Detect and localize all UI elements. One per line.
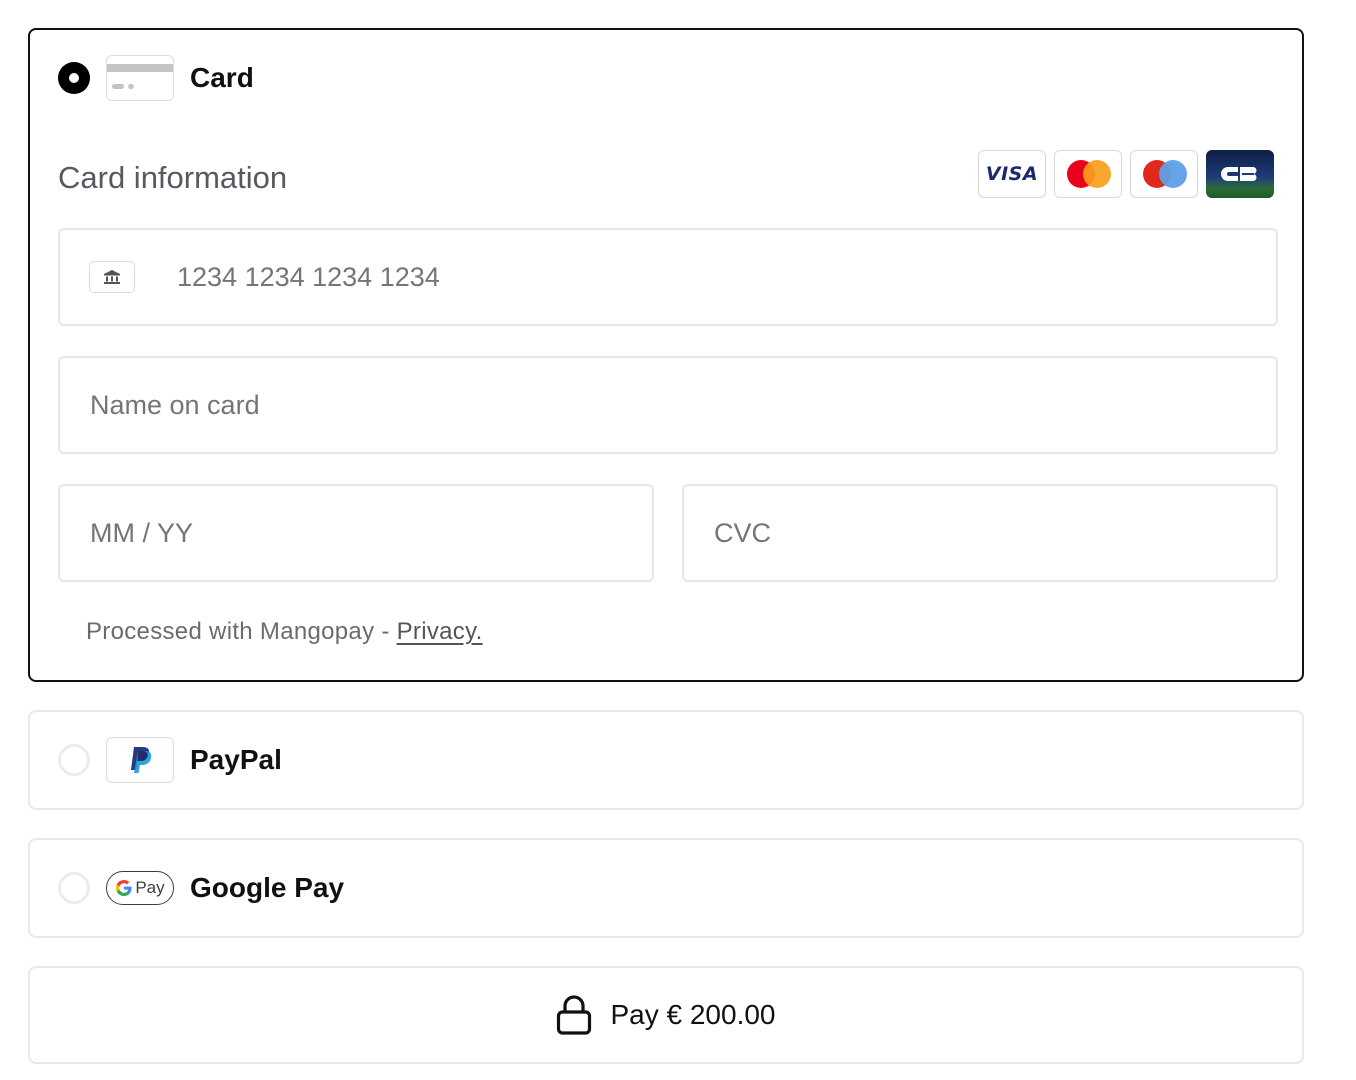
cb-icon <box>1206 150 1274 198</box>
card-method-label: Card <box>190 62 254 93</box>
pay-button-label: Pay € 200.00 <box>610 999 776 1030</box>
mastercard-icon <box>1054 150 1122 198</box>
googlepay-method-header[interactable]: Pay Google Pay <box>30 840 1302 936</box>
payment-form: Card Card information VISA 1234 1234 123… <box>0 0 1356 1080</box>
card-brand-list: VISA <box>978 150 1274 198</box>
paypal-method-header[interactable]: PayPal <box>30 712 1302 808</box>
cvc-placeholder: CVC <box>714 517 772 548</box>
paypal-icon <box>106 737 174 783</box>
google-g-icon <box>116 880 132 896</box>
paypal-radio[interactable] <box>58 744 90 776</box>
payment-method-paypal[interactable]: PayPal <box>28 710 1304 810</box>
google-pay-pill-text: Pay <box>135 878 165 897</box>
visa-logo-text: VISA <box>985 163 1039 185</box>
google-pay-icon: Pay <box>106 871 174 905</box>
processed-text: Processed with Mangopay - <box>86 618 397 645</box>
cvc-field[interactable]: CVC <box>682 484 1278 582</box>
name-on-card-placeholder: Name on card <box>90 389 260 420</box>
card-number-field[interactable]: 1234 1234 1234 1234 <box>58 228 1278 326</box>
expiry-field[interactable]: MM / YY <box>58 484 654 582</box>
processed-notice: Processed with Mangopay - Privacy. <box>86 618 483 646</box>
privacy-link[interactable]: Privacy. <box>397 618 483 645</box>
bank-icon <box>89 261 135 293</box>
lock-icon <box>557 995 592 1035</box>
payment-method-card[interactable]: Card Card information VISA 1234 1234 123… <box>28 28 1304 682</box>
googlepay-method-label: Google Pay <box>190 872 345 903</box>
paypal-method-label: PayPal <box>190 744 282 775</box>
payment-method-googlepay[interactable]: Pay Google Pay <box>28 838 1304 938</box>
pay-button[interactable]: Pay € 200.00 <box>28 966 1304 1064</box>
maestro-icon <box>1130 150 1198 198</box>
card-method-header[interactable]: Card <box>30 30 1302 126</box>
visa-icon: VISA <box>978 150 1046 198</box>
credit-card-icon <box>106 55 174 101</box>
googlepay-radio[interactable] <box>58 872 90 904</box>
card-information-title: Card information <box>58 160 288 195</box>
card-number-placeholder: 1234 1234 1234 1234 <box>177 261 440 292</box>
name-on-card-field[interactable]: Name on card <box>58 356 1278 454</box>
card-radio[interactable] <box>58 62 90 94</box>
expiry-placeholder: MM / YY <box>90 517 194 548</box>
